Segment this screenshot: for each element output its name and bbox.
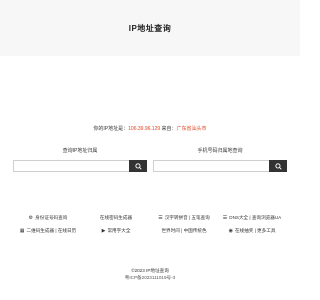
list-icon: ☰ bbox=[158, 214, 163, 221]
ip-lookup-row bbox=[13, 160, 147, 172]
link-label: DNS大全 | 查询浏览器UA bbox=[229, 214, 282, 220]
icp-link[interactable]: 粤ICP备2023111019号-3 bbox=[0, 274, 300, 281]
link-label: 常用字大全 bbox=[107, 227, 131, 233]
list-icon: ☰ bbox=[222, 214, 228, 221]
qrcode-icon: ▦ bbox=[19, 227, 25, 234]
search-icon bbox=[134, 162, 142, 170]
phone-lookup-row bbox=[153, 160, 287, 172]
ip-lookup-title: 查询IP地址归属 bbox=[62, 148, 98, 154]
ip-info: 你的IP地址是：106.39.96.129 来自：广东省汕头市 bbox=[0, 125, 300, 132]
link-id-card[interactable]: ⚙ 身份证号码查询 bbox=[14, 211, 82, 224]
ip-address: 106.39.96.129 bbox=[128, 126, 161, 132]
link-label: 世界时间 | 中国传统色 bbox=[161, 227, 207, 233]
link-label: 在线密码生成器 bbox=[99, 214, 133, 220]
phone-lookup-panel: 手机号码归属地查询 bbox=[153, 147, 287, 172]
link-world-time[interactable]: 世界时间 | 中国传统色 bbox=[150, 224, 218, 237]
link-label: 二维码生成器 | 在线日历 bbox=[26, 227, 77, 233]
ip-lookup-search-button[interactable] bbox=[129, 160, 147, 172]
copyright: ©2023 IP地址查询 bbox=[131, 268, 169, 273]
phone-lookup-search-button[interactable] bbox=[269, 160, 287, 172]
ip-lookup-panel: 查询IP地址归属 bbox=[13, 147, 147, 172]
link-label: 在线抽奖 | 更多工具 bbox=[234, 227, 276, 233]
link-password-generator[interactable]: 在线密码生成器 bbox=[82, 211, 150, 224]
search-icon bbox=[274, 162, 282, 170]
link-label: 汉字转拼音 | 五笔查询 bbox=[164, 214, 210, 220]
link-lottery[interactable]: ◉ 在线抽奖 | 更多工具 bbox=[218, 224, 286, 237]
link-common-chars[interactable]: ▶ 常用字大全 bbox=[82, 224, 150, 237]
link-pinyin[interactable]: ☰ 汉字转拼音 | 五笔查询 bbox=[150, 211, 218, 224]
ip-lookup-input[interactable] bbox=[13, 160, 129, 172]
link-dns[interactable]: ☰ DNS大全 | 查询浏览器UA bbox=[218, 211, 286, 224]
gear-icon: ⚙ bbox=[28, 214, 34, 221]
from-label: 来自： bbox=[161, 126, 177, 132]
ip-location: 广东省汕头市 bbox=[176, 126, 207, 132]
page-title: IP地址查询 bbox=[128, 23, 172, 33]
phone-lookup-title: 手机号码归属地查询 bbox=[197, 148, 243, 154]
link-qrcode[interactable]: ▦ 二维码生成器 | 在线日历 bbox=[14, 224, 82, 237]
target-icon: ◉ bbox=[228, 227, 233, 234]
footer: ©2023 IP地址查询 粤ICP备2023111019号-3 bbox=[0, 267, 300, 281]
header: IP地址查询 bbox=[0, 0, 300, 56]
phone-lookup-input[interactable] bbox=[153, 160, 269, 172]
tool-links: ⚙ 身份证号码查询 在线密码生成器 ☰ 汉字转拼音 | 五笔查询 ☰ DNS大全 | … bbox=[14, 211, 286, 237]
link-label: 身份证号码查询 bbox=[35, 214, 68, 220]
ip-label: 你的IP地址是： bbox=[93, 126, 129, 132]
play-icon: ▶ bbox=[101, 227, 106, 234]
